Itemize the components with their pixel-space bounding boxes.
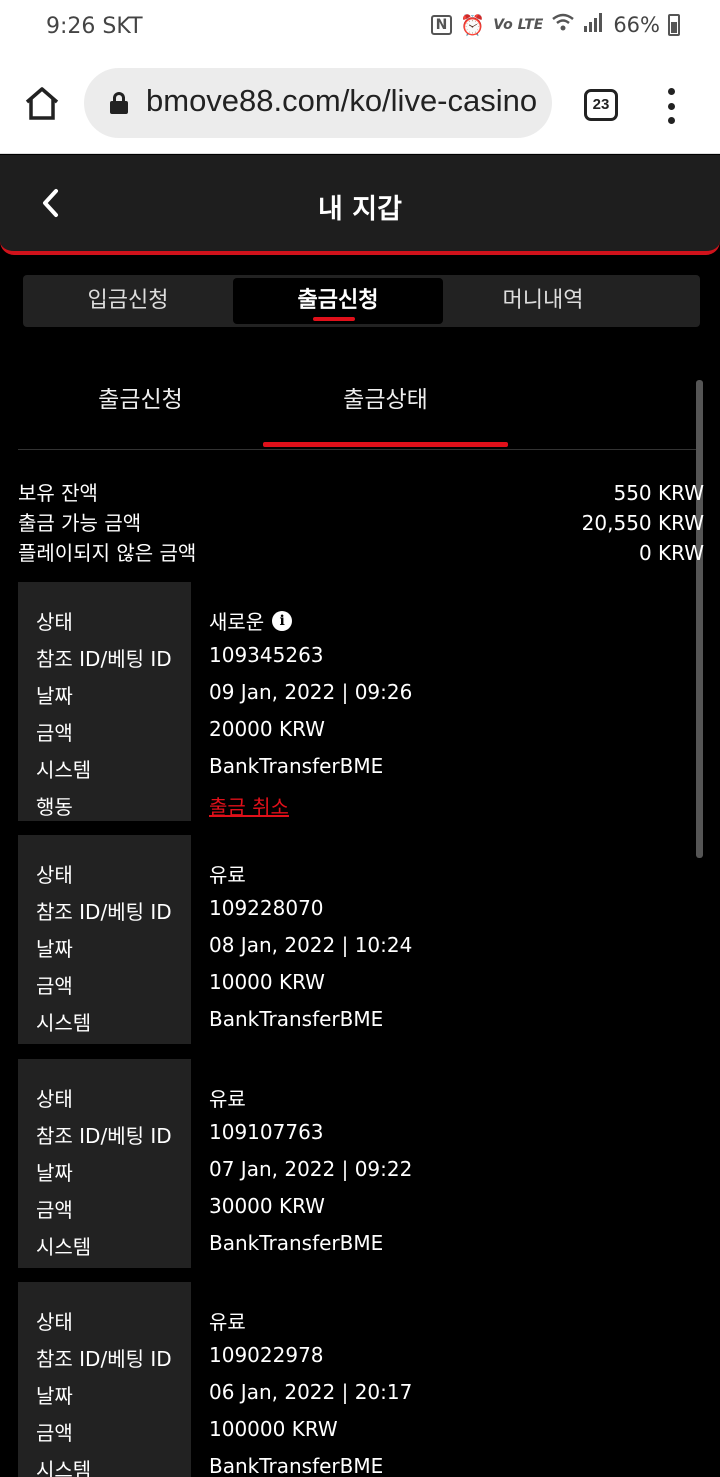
amount-label: 금액 [36, 721, 73, 745]
ref-label: 참조 ID/베팅 ID [36, 1124, 172, 1148]
url-text[interactable]: bmove88.com/ko/live-casino [146, 83, 537, 119]
system-label: 시스템 [36, 1011, 92, 1035]
signal-icon [583, 12, 605, 37]
app-header: 내 지갑 [0, 155, 720, 255]
system-value: BankTransferBME [209, 1231, 384, 1255]
system-label: 시스템 [36, 1458, 92, 1477]
tab-withdraw[interactable]: 출금신청 [233, 278, 443, 324]
system-value: BankTransferBME [209, 754, 384, 778]
date-label: 날짜 [36, 1161, 73, 1185]
ref-value: 109107763 [209, 1120, 324, 1144]
main-tabs: 입금신청 출금신청 머니내역 [23, 275, 700, 327]
date-value: 06 Jan, 2022 | 20:17 [209, 1380, 413, 1404]
date-label: 날짜 [36, 684, 73, 708]
withdrawable-row: 출금 가능 금액 20,550 KRW [18, 508, 704, 538]
lock-icon [110, 92, 128, 114]
nfc-icon: N [430, 14, 453, 35]
tab-switcher-button[interactable]: 23 [584, 89, 618, 121]
home-icon [25, 87, 59, 120]
balance-value: 550 KRW [613, 481, 704, 505]
status-label: 상태 [36, 1310, 73, 1334]
cancel-withdrawal-link[interactable]: 출금 취소 [209, 791, 289, 820]
ref-label: 참조 ID/베팅 ID [36, 900, 172, 924]
subtab-withdraw-status[interactable]: 출금상태 [263, 380, 508, 414]
system-label: 시스템 [36, 1235, 92, 1259]
home-button[interactable] [22, 84, 62, 124]
status-label: 상태 [36, 610, 73, 634]
status-value: 새로운 i [209, 606, 293, 635]
date-label: 날짜 [36, 937, 73, 961]
amount-label: 금액 [36, 1421, 73, 1445]
date-value: 07 Jan, 2022 | 09:22 [209, 1157, 413, 1181]
status-value: 유료 [209, 1310, 246, 1334]
unplayed-value: 0 KRW [638, 541, 704, 565]
transaction-card: 상태 유료 참조 ID/베팅 ID 109107763 날짜 07 Jan, 2… [18, 1059, 698, 1268]
ref-value: 109228070 [209, 896, 324, 920]
amount-label: 금액 [36, 974, 73, 998]
alarm-icon: ⏰ [460, 12, 486, 37]
menu-dot-icon [667, 88, 675, 95]
transaction-card: 상태 새로운 i 참조 ID/베팅 ID 109345263 날짜 09 Jan… [18, 582, 698, 821]
withdrawable-label: 출금 가능 금액 [18, 511, 142, 535]
balance-summary: 보유 잔액 550 KRW 출금 가능 금액 20,550 KRW 플레이되지 … [18, 478, 704, 568]
battery-icon [668, 13, 680, 36]
date-value: 09 Jan, 2022 | 09:26 [209, 680, 413, 704]
date-label: 날짜 [36, 1384, 73, 1408]
menu-dot-icon [667, 117, 675, 124]
amount-label: 금액 [36, 1198, 73, 1222]
balance-label: 보유 잔액 [18, 481, 98, 505]
page-title: 내 지갑 [318, 194, 402, 225]
menu-dot-icon [667, 102, 675, 110]
date-value: 08 Jan, 2022 | 10:24 [209, 933, 413, 957]
system-label: 시스템 [36, 758, 92, 782]
tab-deposit[interactable]: 입금신청 [23, 278, 233, 324]
address-bar[interactable]: bmove88.com/ko/live-casino [84, 68, 552, 138]
balance-row: 보유 잔액 550 KRW [18, 478, 704, 508]
status-label: 상태 [36, 863, 73, 887]
ref-label: 참조 ID/베팅 ID [36, 1347, 172, 1371]
sub-tabs: 출금신청 출금상태 [18, 360, 702, 450]
withdrawable-value: 20,550 KRW [581, 511, 704, 535]
ref-value: 109345263 [209, 643, 324, 667]
info-icon[interactable]: i [272, 610, 293, 631]
system-value: BankTransferBME [209, 1454, 384, 1477]
status-value: 유료 [209, 1087, 246, 1111]
status-time: 9:26 SKT [46, 14, 143, 39]
wifi-icon [551, 12, 575, 37]
ref-label: 참조 ID/베팅 ID [36, 647, 172, 671]
active-subtab-indicator [263, 442, 508, 447]
browser-toolbar: bmove88.com/ko/live-casino 23 [0, 56, 720, 154]
amount-value: 100000 KRW [209, 1417, 338, 1441]
status-text: 새로운 [209, 610, 265, 634]
active-tab-indicator [313, 317, 355, 321]
system-value: BankTransferBME [209, 1007, 384, 1031]
status-bar: 9:26 SKT N ⏰ Vo LTE 66% [0, 0, 720, 56]
more-menu-button[interactable] [664, 86, 678, 126]
unplayed-label: 플레이되지 않은 금액 [18, 541, 197, 565]
battery-percent: 66% [613, 12, 660, 37]
unplayed-row: 플레이되지 않은 금액 0 KRW [18, 538, 704, 568]
tab-withdraw-label: 출금신청 [297, 288, 379, 313]
action-value: 출금 취소 [209, 791, 289, 820]
status-label: 상태 [36, 1087, 73, 1111]
amount-value: 20000 KRW [209, 717, 325, 741]
tab-money-history[interactable]: 머니내역 [438, 278, 648, 324]
status-icons: N ⏰ Vo LTE 66% [430, 12, 680, 37]
amount-value: 10000 KRW [209, 970, 325, 994]
transaction-card: 상태 유료 참조 ID/베팅 ID 109228070 날짜 08 Jan, 2… [18, 835, 698, 1044]
amount-value: 30000 KRW [209, 1194, 325, 1218]
subtab-withdraw-request[interactable]: 출금신청 [18, 380, 263, 414]
transaction-card: 상태 유료 참조 ID/베팅 ID 109022978 날짜 06 Jan, 2… [18, 1282, 698, 1477]
volte-icon: Vo LTE [493, 16, 544, 33]
ref-value: 109022978 [209, 1343, 324, 1367]
action-label: 행동 [36, 795, 73, 819]
status-value: 유료 [209, 863, 246, 887]
